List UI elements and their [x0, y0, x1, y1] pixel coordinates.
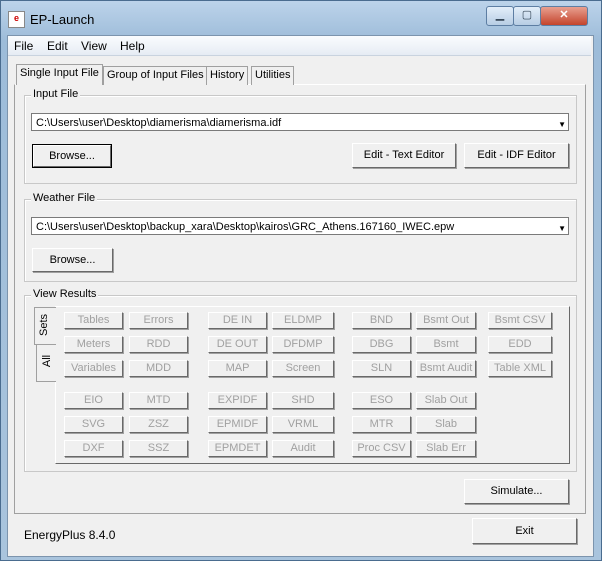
weather-browse-button[interactable]: Browse... [32, 248, 113, 272]
menu-file[interactable]: File [14, 39, 33, 53]
menu-bar: File Edit View Help [8, 36, 591, 56]
result-button-mdd[interactable]: MDD [129, 360, 188, 377]
result-button-variables[interactable]: Variables [64, 360, 123, 377]
edit-idf-editor-button[interactable]: Edit - IDF Editor [464, 143, 569, 168]
result-button-map[interactable]: MAP [208, 360, 267, 377]
version-label: EnergyPlus 8.4.0 [24, 528, 116, 542]
side-tab-sets[interactable]: Sets [34, 307, 56, 345]
window-title: EP-Launch [30, 12, 95, 27]
maximize-button[interactable]: ▢ [513, 6, 541, 26]
result-button-slab-out[interactable]: Slab Out [416, 392, 476, 409]
result-button-dxf[interactable]: DXF [64, 440, 123, 457]
result-button-de-in[interactable]: DE IN [208, 312, 267, 329]
result-button-ssz[interactable]: SSZ [129, 440, 188, 457]
menu-help[interactable]: Help [120, 39, 145, 53]
input-file-combo[interactable]: C:\Users\user\Desktop\diamerisma\diameri… [31, 113, 569, 131]
side-tab-sets-label: Sets [38, 313, 51, 337]
result-button-dfdmp[interactable]: DFDMP [272, 336, 334, 353]
view-results-label: View Results [31, 288, 99, 300]
result-button-eso[interactable]: ESO [352, 392, 411, 409]
ep-launch-icon: e [8, 11, 25, 28]
result-button-meters[interactable]: Meters [64, 336, 123, 353]
minimize-button[interactable]: ▁ [486, 6, 514, 26]
result-button-expidf[interactable]: EXPIDF [208, 392, 267, 409]
result-button-svg[interactable]: SVG [64, 416, 123, 433]
exit-button[interactable]: Exit [472, 518, 577, 544]
result-button-de-out[interactable]: DE OUT [208, 336, 267, 353]
result-button-eio[interactable]: EIO [64, 392, 123, 409]
result-button-audit[interactable]: Audit [272, 440, 334, 457]
result-button-bnd[interactable]: BND [352, 312, 411, 329]
result-button-slab[interactable]: Slab [416, 416, 476, 433]
input-file-value: C:\Users\user\Desktop\diamerisma\diameri… [36, 117, 282, 129]
result-button-errors[interactable]: Errors [129, 312, 188, 329]
simulate-button[interactable]: Simulate... [464, 479, 569, 504]
input-file-label: Input File [31, 88, 81, 100]
result-button-shd[interactable]: SHD [272, 392, 334, 409]
result-button-edd[interactable]: EDD [488, 336, 552, 353]
dropdown-arrow-icon[interactable]: ▼ [558, 116, 566, 134]
result-button-mtd[interactable]: MTD [129, 392, 188, 409]
side-tab-all[interactable]: All [36, 343, 56, 382]
menu-view[interactable]: View [81, 39, 107, 53]
result-button-vrml[interactable]: VRML [272, 416, 334, 433]
result-button-epmdet[interactable]: EPMDET [208, 440, 267, 457]
side-tab-all-label: All [41, 354, 54, 368]
tab-history[interactable]: History [206, 66, 249, 85]
result-button-rdd[interactable]: RDD [129, 336, 188, 353]
weather-file-combo[interactable]: C:\Users\user\Desktop\backup_xara\Deskto… [31, 217, 569, 235]
weather-file-value: C:\Users\user\Desktop\backup_xara\Deskto… [36, 221, 455, 233]
result-button-bsmt-csv[interactable]: Bsmt CSV [488, 312, 552, 329]
tab-single-input-file[interactable]: Single Input File [16, 64, 103, 85]
tab-utilities[interactable]: Utilities [251, 66, 295, 85]
input-browse-button[interactable]: Browse... [32, 144, 112, 168]
result-button-slab-err[interactable]: Slab Err [416, 440, 476, 457]
result-button-mtr[interactable]: MTR [352, 416, 411, 433]
weather-file-label: Weather File [31, 192, 98, 204]
result-button-tables[interactable]: Tables [64, 312, 123, 329]
result-button-table-xml[interactable]: Table XML [488, 360, 552, 377]
edit-text-editor-button[interactable]: Edit - Text Editor [352, 143, 456, 168]
result-button-bsmt-audit[interactable]: Bsmt Audit [416, 360, 476, 377]
result-button-screen[interactable]: Screen [272, 360, 334, 377]
menu-edit[interactable]: Edit [47, 39, 68, 53]
tab-group-of-input-files[interactable]: Group of Input Files [103, 66, 208, 85]
close-button[interactable]: ✕ [540, 6, 588, 26]
result-button-eldmp[interactable]: ELDMP [272, 312, 334, 329]
result-button-sln[interactable]: SLN [352, 360, 411, 377]
result-button-bsmt[interactable]: Bsmt [416, 336, 476, 353]
result-button-zsz[interactable]: ZSZ [129, 416, 188, 433]
result-button-dbg[interactable]: DBG [352, 336, 411, 353]
input-file-group [24, 95, 577, 184]
dropdown-arrow-icon[interactable]: ▼ [558, 220, 566, 238]
result-button-bsmt-out[interactable]: Bsmt Out [416, 312, 476, 329]
result-button-epmidf[interactable]: EPMIDF [208, 416, 267, 433]
result-button-proc-csv[interactable]: Proc CSV [352, 440, 411, 457]
